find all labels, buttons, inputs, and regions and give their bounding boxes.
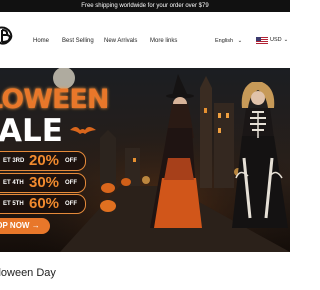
deal-percent: 20% — [29, 152, 60, 169]
arrow-right-icon: → — [31, 221, 40, 230]
announcement-bar: Free shipping worldwide for your order o… — [0, 0, 290, 12]
deal-label: ET 5TH — [3, 201, 24, 207]
hero-title-line1: LOWEEN — [0, 84, 109, 115]
nav-home[interactable]: Home — [33, 37, 49, 45]
section-title: lloween Day — [0, 267, 56, 279]
deal-label: ET 3RD — [3, 158, 25, 164]
deal-tier-3: ET 5TH 60% OFF — [0, 194, 86, 214]
nav-new-arrivals[interactable]: New Arrivals — [104, 37, 137, 45]
shop-now-button[interactable]: OP NOW → — [0, 218, 50, 234]
deal-off: OFF — [65, 180, 77, 186]
deal-label: ET 4TH — [3, 180, 24, 186]
chevron-down-icon: ⌄ — [237, 38, 243, 44]
us-flag-icon — [256, 36, 268, 44]
currency-label: USD — [270, 37, 282, 43]
shop-now-label: OP NOW — [0, 221, 30, 230]
announcement-text: Free shipping worldwide for your order o… — [81, 3, 209, 9]
hero-title-line2: ALE — [0, 113, 63, 149]
language-selector[interactable]: English ⌄ — [215, 37, 242, 45]
deal-percent: 30% — [29, 174, 60, 191]
nav-more-links[interactable]: More links — [150, 37, 177, 45]
deal-percent: 60% — [29, 195, 60, 212]
brand-logo[interactable] — [0, 24, 16, 46]
chevron-down-icon: ⌄ — [283, 37, 289, 43]
deal-off: OFF — [65, 158, 77, 164]
deal-tier-1: ET 3RD 20% OFF — [0, 151, 86, 171]
nav-best-selling[interactable]: Best Selling — [62, 37, 94, 45]
deal-off: OFF — [65, 201, 77, 207]
deal-tier-2: ET 4TH 30% OFF — [0, 173, 86, 193]
currency-selector[interactable]: USD ⌄ — [256, 36, 288, 44]
language-label: English — [215, 38, 234, 44]
